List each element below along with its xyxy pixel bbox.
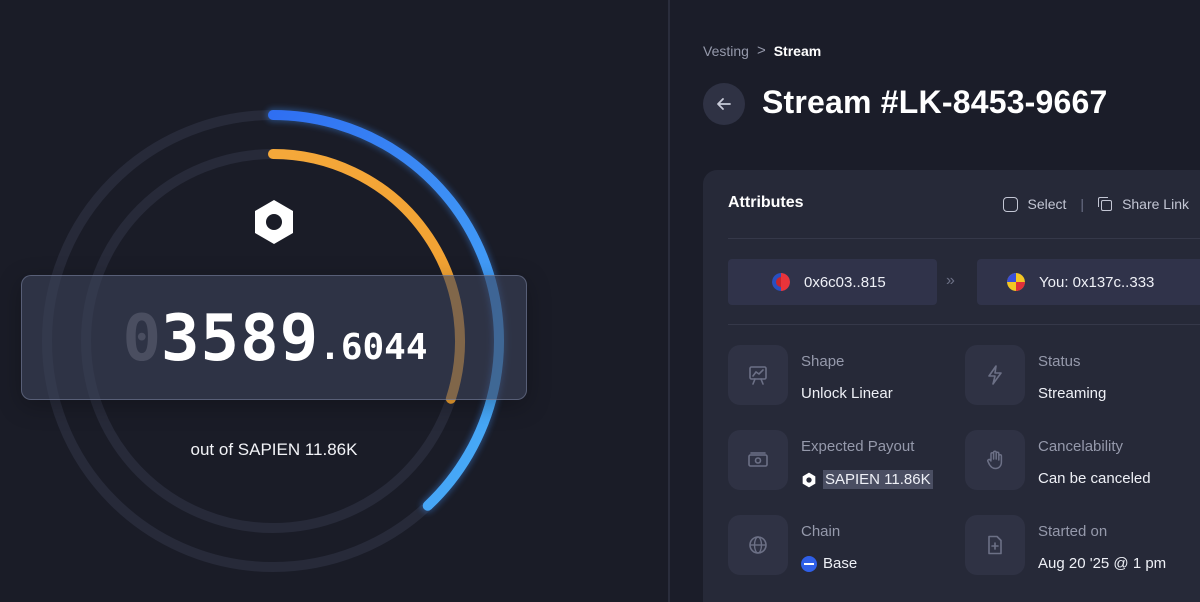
recipient-avatar — [1007, 273, 1025, 291]
attribute-label: Expected Payout — [801, 438, 915, 455]
copy-link-icon[interactable] — [1098, 197, 1113, 211]
attribute-value: Base — [801, 555, 857, 572]
sapien-token-icon — [255, 200, 293, 244]
card-divider — [728, 238, 1200, 239]
attribute-value: SAPIEN 11.86K — [801, 470, 933, 489]
streamed-amount: 0 3589 .6044 — [22, 276, 528, 401]
lightning-icon — [965, 345, 1025, 405]
counter-display: 0 3589 .6044 — [21, 275, 527, 400]
attribute-label: Status — [1038, 353, 1081, 370]
sender-address-text: 0x6c03..815 — [804, 273, 886, 291]
double-chevron-right-icon: » — [946, 272, 955, 289]
attribute-value: Aug 20 '25 @ 1 pm — [1038, 555, 1167, 572]
hand-icon — [965, 430, 1025, 490]
select-checkbox[interactable] — [1002, 196, 1018, 212]
counter-integer: 3589 — [161, 301, 320, 376]
recipient-address-text: You: 0x137c..333 — [1039, 273, 1155, 291]
attribute-label: Shape — [801, 353, 845, 370]
base-chain-icon — [801, 555, 817, 572]
counter-leading-digit: 0 — [122, 301, 162, 376]
attribute-value: Unlock Linear — [801, 385, 893, 402]
chevron-right-icon: > — [756, 42, 766, 59]
attributes-heading: Attributes — [728, 194, 804, 211]
globe-icon — [728, 515, 788, 575]
payout-amount: SAPIEN 11.86K — [823, 470, 933, 489]
counter-decimal: .6044 — [319, 327, 428, 368]
share-link-button[interactable]: Share Link — [1122, 196, 1189, 212]
card-divider — [728, 324, 1200, 325]
select-label[interactable]: Select — [1028, 196, 1067, 212]
stream-progress-panel: 0 3589 .6044 out of SAPIEN 11.86K — [0, 0, 668, 602]
actions-divider: | — [1080, 196, 1085, 212]
money-icon — [728, 430, 788, 490]
breadcrumb-vesting-link[interactable]: Vesting — [703, 43, 749, 59]
stream-details-panel: Vesting > Stream Stream #LK-8453-9667 At… — [670, 0, 1200, 602]
recipient-address[interactable]: You: 0x137c..333 — [977, 259, 1200, 305]
file-plus-icon — [965, 515, 1025, 575]
arrow-left-icon — [717, 98, 731, 110]
back-button[interactable] — [703, 83, 745, 125]
attribute-label: Chain — [801, 523, 841, 540]
attributes-card: Attributes Select | Share Link 0x6c03..8… — [703, 170, 1200, 602]
card-actions: Select | Share Link — [1002, 196, 1189, 212]
chart-board-icon — [728, 345, 788, 405]
attribute-value: Streaming — [1038, 385, 1107, 402]
attribute-label: Started on — [1038, 523, 1108, 540]
breadcrumb: Vesting > Stream — [703, 42, 821, 59]
sender-address[interactable]: 0x6c03..815 — [728, 259, 937, 305]
chain-name: Base — [823, 555, 858, 572]
page-title: Stream #LK-8453-9667 — [762, 84, 1108, 120]
breadcrumb-current: Stream — [773, 42, 822, 59]
stream-page: 0 3589 .6044 out of SAPIEN 11.86K Vestin… — [0, 0, 1200, 602]
total-amount-label: out of SAPIEN 11.86K — [190, 440, 358, 459]
attribute-value: Can be canceled — [1038, 470, 1151, 487]
attribute-label: Cancelability — [1038, 438, 1124, 455]
sender-avatar — [772, 273, 790, 291]
sapien-token-icon — [802, 472, 816, 487]
